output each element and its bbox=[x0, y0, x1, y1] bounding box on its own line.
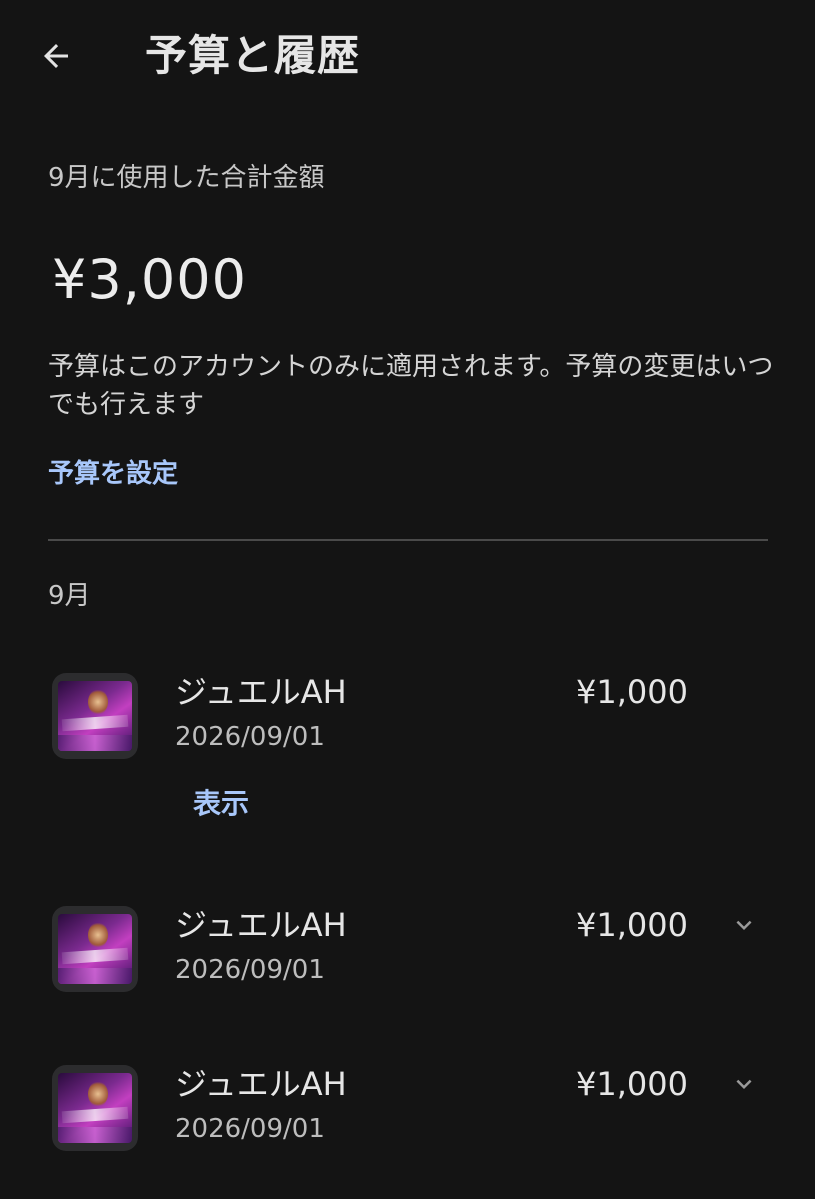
view-button[interactable]: 表示 bbox=[193, 785, 249, 823]
top-app-bar: 予算と履歴 bbox=[0, 0, 815, 115]
total-spent-amount: ¥3,000 bbox=[52, 248, 247, 311]
app-artwork bbox=[58, 914, 132, 984]
app-icon bbox=[52, 1065, 138, 1151]
item-name: ジュエルAH bbox=[175, 1065, 347, 1103]
item-name: ジュエルAH bbox=[175, 673, 347, 711]
app-icon bbox=[52, 906, 138, 992]
chevron-down-icon bbox=[736, 920, 752, 930]
back-button[interactable] bbox=[24, 30, 88, 82]
purchase-item[interactable]: ジュエルAH 2026/09/01 ¥1,000 bbox=[0, 903, 815, 1003]
item-price: ¥1,000 bbox=[576, 1065, 688, 1103]
app-icon bbox=[52, 673, 138, 759]
divider bbox=[48, 539, 768, 541]
budget-note: 予算はこのアカウントのみに適用されます。予算の変更はいつでも行えます bbox=[48, 352, 774, 420]
expand-button[interactable] bbox=[722, 1064, 766, 1104]
purchase-item[interactable]: ジュエルAH 2026/09/01 ¥1,000 bbox=[0, 1062, 815, 1162]
month-header: 9月 bbox=[48, 581, 91, 611]
set-budget-button[interactable]: 予算を設定 bbox=[48, 456, 178, 492]
total-spent-label: 9月に使用した合計金額 bbox=[48, 163, 325, 193]
chevron-down-icon bbox=[736, 1079, 752, 1089]
arrow-back-icon bbox=[44, 44, 68, 68]
purchase-item[interactable]: ジュエルAH 2026/09/01 ¥1,000 表示 bbox=[0, 670, 815, 840]
item-date: 2026/09/01 bbox=[175, 955, 325, 985]
item-date: 2026/09/01 bbox=[175, 1114, 325, 1144]
app-artwork bbox=[58, 1073, 132, 1143]
item-date: 2026/09/01 bbox=[175, 722, 325, 752]
page-title: 予算と履歴 bbox=[145, 31, 361, 80]
item-price: ¥1,000 bbox=[576, 906, 688, 944]
item-name: ジュエルAH bbox=[175, 906, 347, 944]
app-artwork bbox=[58, 681, 132, 751]
expand-button[interactable] bbox=[722, 905, 766, 945]
item-price: ¥1,000 bbox=[576, 673, 688, 711]
